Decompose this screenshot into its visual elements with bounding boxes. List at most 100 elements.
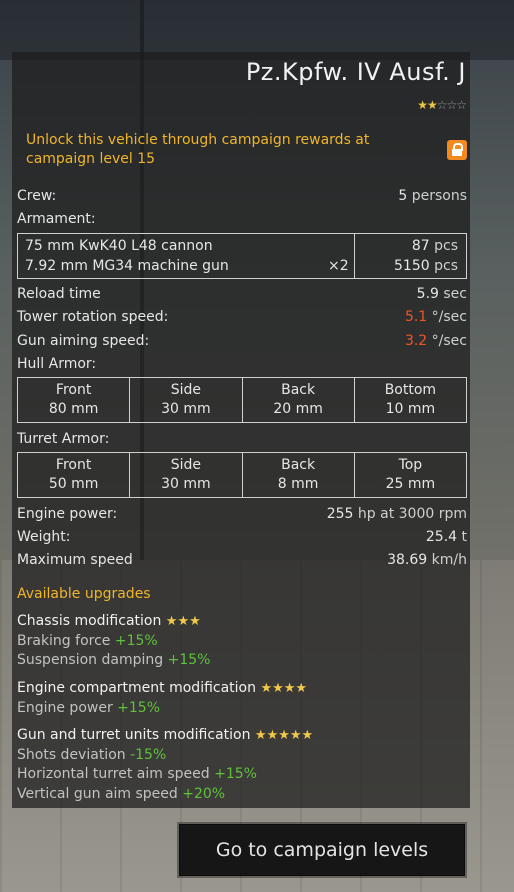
weight-label: Weight: <box>17 529 71 545</box>
upgrade-effect-value: +15% <box>114 633 158 649</box>
crew-number: 5 <box>398 188 408 204</box>
upgrade-group-title: Gun and turret units modification ★★★★★ <box>17 727 313 743</box>
engine-power-unit: hp at 3000 rpm <box>357 506 467 522</box>
upgrade-effect: Engine power +15% <box>17 700 160 716</box>
hull-armor-label: Hull Armor: <box>17 356 97 372</box>
engine-power-value: 255 hp at 3000 rpm <box>327 504 467 524</box>
gun-aiming-label: Gun aiming speed: <box>17 333 150 349</box>
tower-rotation-unit: °/sec <box>431 309 467 325</box>
tower-rotation-value: 5.1 °/sec <box>405 307 467 327</box>
armament-count-number: 5150 <box>394 258 430 274</box>
upgrade-group-title: Chassis modification ★★★ <box>17 613 201 629</box>
engine-power-row: Engine power: 255 hp at 3000 rpm <box>17 504 467 524</box>
armament-count: 5150 pcs <box>394 257 458 276</box>
hull-armor-label-row: Hull Armor: <box>17 354 467 374</box>
crew-label: Crew: <box>17 188 57 204</box>
armor-side-label: Front <box>55 382 92 398</box>
max-speed-number: 38.69 <box>387 552 428 568</box>
reload-label: Reload time <box>17 286 101 302</box>
armament-count: 87 pcs <box>412 237 458 256</box>
turret-armor-cell: Front 50 mm <box>18 453 129 497</box>
hull-armor-cell: Side 30 mm <box>129 378 241 422</box>
upgrade-effect-value: +15% <box>117 700 161 716</box>
reload-value: 5.9 sec <box>417 284 467 304</box>
upgrade-effect-label: Shots deviation <box>17 747 126 763</box>
armor-thickness: 80 mm <box>48 401 99 417</box>
upgrade-effect-value: -15% <box>130 747 167 763</box>
turret-armor-table: Front 50 mm Side 30 mm Back 8 mm Top 25 mm <box>17 452 467 498</box>
armor-side-label: Front <box>55 457 92 473</box>
weight-row: Weight: 25.4 t <box>17 527 467 547</box>
crew-value: 5 persons <box>398 186 467 206</box>
upgrade-effect-label: Suspension damping <box>17 652 164 668</box>
tower-rotation-row: Tower rotation speed: 5.1 °/sec <box>17 307 467 327</box>
hull-armor-cell: Bottom 10 mm <box>353 378 466 422</box>
turret-armor-cell: Top 25 mm <box>353 453 466 497</box>
upgrade-stars: ★★★★ <box>260 681 308 696</box>
turret-armor-cell: Back 8 mm <box>241 453 354 497</box>
engine-power-label: Engine power: <box>17 506 118 522</box>
armament-label-row: Armament: <box>17 209 467 229</box>
armor-thickness: 50 mm <box>48 476 99 492</box>
crew-unit: persons <box>411 188 467 204</box>
upgrade-effect-label: Braking force <box>17 633 111 649</box>
upgrade-stars: ★★★ <box>165 614 201 629</box>
upgrade-effect: Vertical gun aim speed +20% <box>17 786 225 802</box>
background-beam <box>0 0 514 60</box>
armor-side-label: Bottom <box>384 382 437 398</box>
armament-name: 7.92 mm MG34 machine gun <box>25 258 229 274</box>
upgrade-group-title: Engine compartment modification ★★★★ <box>17 680 307 696</box>
gun-aiming-unit: °/sec <box>431 333 467 349</box>
upgrade-title-text: Engine compartment modification <box>17 680 256 696</box>
max-speed-unit: km/h <box>431 552 467 568</box>
armament-count-number: 87 <box>411 238 430 254</box>
upgrade-effect: Suspension damping +15% <box>17 652 210 668</box>
armor-thickness: 8 mm <box>277 476 319 492</box>
upgrade-effect-value: +15% <box>214 766 257 782</box>
vehicle-rating: ★★☆☆☆ <box>417 98 467 112</box>
armor-thickness: 20 mm <box>273 401 323 417</box>
weight-unit: t <box>461 529 468 545</box>
upgrade-effect-label: Horizontal turret aim speed <box>17 766 210 782</box>
engine-power-number: 255 <box>326 506 354 522</box>
upgrade-effect: Braking force +15% <box>17 633 158 649</box>
upgrades-heading: Available upgrades <box>17 586 151 602</box>
weight-number: 25.4 <box>425 529 458 545</box>
turret-armor-label: Turret Armor: <box>17 431 110 447</box>
go-to-campaign-button[interactable]: Go to campaign levels <box>179 824 465 876</box>
tower-rotation-label: Tower rotation speed: <box>17 309 169 325</box>
tower-rotation-number: 5.1 <box>404 309 428 325</box>
hull-armor-table: Front 80 mm Side 30 mm Back 20 mm Bottom 10 … <box>17 377 467 423</box>
reload-number: 5.9 <box>416 286 439 302</box>
vehicle-title: Pz.Kpfw. IV Ausf. J <box>245 58 466 86</box>
armament-table: 75 mm KwK40 L48 cannon 87 pcs 7.92 mm MG… <box>17 233 467 279</box>
armor-side-label: Back <box>281 382 316 398</box>
reload-row: Reload time 5.9 sec <box>17 284 467 304</box>
upgrade-effect-label: Engine power <box>17 700 113 716</box>
armor-thickness: 30 mm <box>161 476 211 492</box>
upgrade-effect-value: +15% <box>167 652 211 668</box>
armor-thickness: 25 mm <box>385 476 436 492</box>
armament-divider <box>354 234 355 278</box>
max-speed-row: Maximum speed 38.69 km/h <box>17 550 467 570</box>
weight-value: 25.4 t <box>426 527 467 547</box>
gun-aiming-value: 3.2 °/sec <box>405 331 467 351</box>
rating-filled-stars: ★★ <box>417 98 437 112</box>
reload-unit: sec <box>443 286 467 302</box>
armor-side-label: Side <box>170 382 202 398</box>
gun-aiming-number: 3.2 <box>404 333 428 349</box>
gun-aiming-row: Gun aiming speed: 3.2 °/sec <box>17 331 467 351</box>
hull-armor-cell: Back 20 mm <box>241 378 354 422</box>
upgrade-effect: Shots deviation -15% <box>17 747 166 763</box>
upgrade-effect: Horizontal turret aim speed +15% <box>17 766 257 782</box>
lock-icon <box>447 140 467 160</box>
armor-side-label: Top <box>398 457 423 473</box>
upgrade-title-text: Chassis modification <box>17 613 162 629</box>
max-speed-value: 38.69 km/h <box>387 550 467 570</box>
armament-multiplier: ×2 <box>328 258 349 274</box>
armament-count-unit: pcs <box>434 258 458 274</box>
upgrade-effect-label: Vertical gun aim speed <box>17 786 178 802</box>
armament-label: Armament: <box>17 211 96 227</box>
rating-empty-stars: ☆☆☆ <box>436 98 467 112</box>
armor-side-label: Side <box>170 457 202 473</box>
